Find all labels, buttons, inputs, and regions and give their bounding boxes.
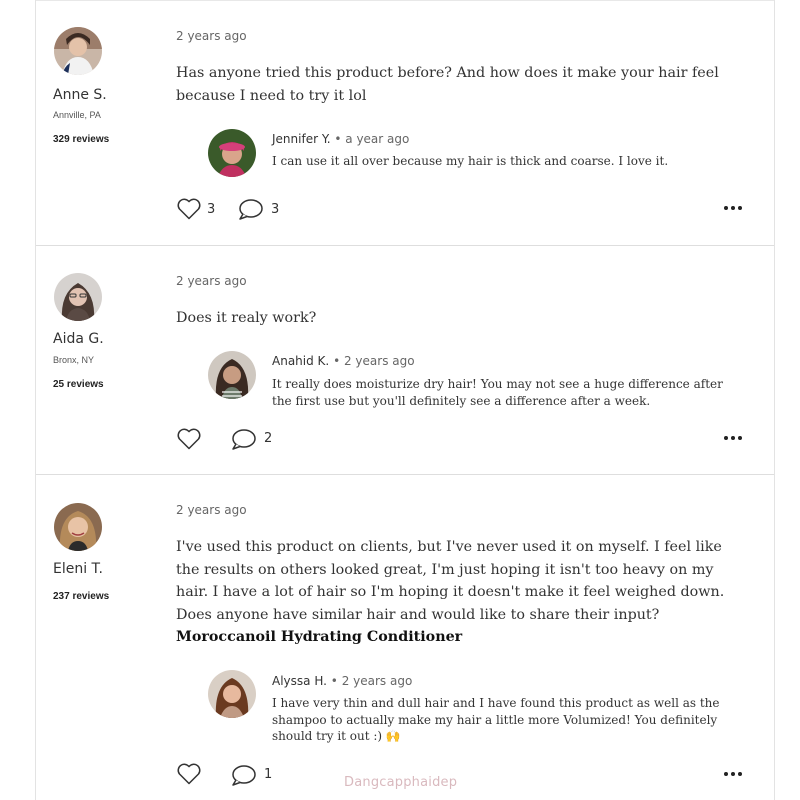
reply-author-name[interactable]: Jennifer Y. bbox=[272, 132, 331, 146]
more-options-icon[interactable] bbox=[724, 205, 744, 211]
comment-icon[interactable] bbox=[230, 428, 257, 451]
author-review-count[interactable]: 237 reviews bbox=[53, 591, 109, 602]
heart-icon[interactable] bbox=[176, 762, 202, 786]
author-review-count[interactable]: 25 reviews bbox=[53, 379, 104, 390]
heart-icon[interactable] bbox=[176, 197, 202, 221]
separator-dot: • bbox=[330, 674, 338, 688]
author-avatar[interactable] bbox=[54, 273, 102, 321]
reply-header: Anahid K. • 2 years ago bbox=[272, 354, 415, 368]
author-avatar[interactable] bbox=[54, 27, 102, 75]
author-avatar[interactable] bbox=[54, 503, 102, 551]
comment-count: 1 bbox=[264, 767, 273, 782]
site-watermark: Dangcapphaidep bbox=[344, 775, 458, 790]
author-location: Bronx, NY bbox=[53, 355, 95, 365]
comment-count: 2 bbox=[264, 431, 273, 446]
reply-avatar[interactable] bbox=[208, 670, 256, 718]
author-location: Annville, PA bbox=[53, 110, 101, 120]
author-name[interactable]: Anne S. bbox=[53, 87, 107, 103]
question-text: Does it realy work? bbox=[176, 310, 317, 326]
post-timestamp: 2 years ago bbox=[176, 29, 247, 43]
question-post: Aida G. Bronx, NY 25 reviews 2 years ago… bbox=[36, 246, 774, 474]
reply-avatar[interactable] bbox=[208, 129, 256, 177]
product-link[interactable]: Moroccanoil Hydrating Conditioner bbox=[176, 629, 462, 645]
separator-dot: • bbox=[334, 132, 342, 146]
question-body: I've used this product on clients, but I… bbox=[176, 539, 725, 623]
separator-dot: • bbox=[333, 354, 341, 368]
reply-header: Jennifer Y. • a year ago bbox=[272, 132, 409, 146]
question-post: Anne S. Annville, PA 329 reviews 2 years… bbox=[36, 0, 774, 245]
reply-author-name[interactable]: Alyssa H. bbox=[272, 674, 327, 688]
comment-icon[interactable] bbox=[237, 198, 264, 221]
like-count: 3 bbox=[207, 202, 216, 217]
author-name[interactable]: Eleni T. bbox=[53, 561, 103, 577]
reply-text: I have very thin and dull hair and I hav… bbox=[272, 696, 720, 743]
author-review-count[interactable]: 329 reviews bbox=[53, 134, 109, 145]
author-name[interactable]: Aida G. bbox=[53, 331, 104, 347]
comment-count: 3 bbox=[271, 202, 280, 217]
question-text: I've used this product on clients, but I… bbox=[176, 536, 736, 649]
reply-timestamp: 2 years ago bbox=[343, 354, 415, 368]
reply-timestamp: a year ago bbox=[345, 132, 410, 146]
more-options-icon[interactable] bbox=[724, 435, 744, 441]
reply-text: I can use it all over because my hair is… bbox=[272, 154, 669, 168]
more-options-icon[interactable] bbox=[724, 771, 744, 777]
reply-header: Alyssa H. • 2 years ago bbox=[272, 674, 412, 688]
reply-author-name[interactable]: Anahid K. bbox=[272, 354, 329, 368]
question-text: Has anyone tried this product before? An… bbox=[176, 65, 719, 104]
post-timestamp: 2 years ago bbox=[176, 503, 247, 517]
comment-icon[interactable] bbox=[230, 764, 257, 787]
question-post: Eleni T. 237 reviews 2 years ago I've us… bbox=[36, 475, 774, 800]
reply-text: It really does moisturize dry hair! You … bbox=[272, 377, 723, 408]
heart-icon[interactable] bbox=[176, 427, 202, 451]
reply-timestamp: 2 years ago bbox=[341, 674, 413, 688]
reply-avatar[interactable] bbox=[208, 351, 256, 399]
qa-feed: Anne S. Annville, PA 329 reviews 2 years… bbox=[35, 0, 775, 800]
post-timestamp: 2 years ago bbox=[176, 274, 247, 288]
